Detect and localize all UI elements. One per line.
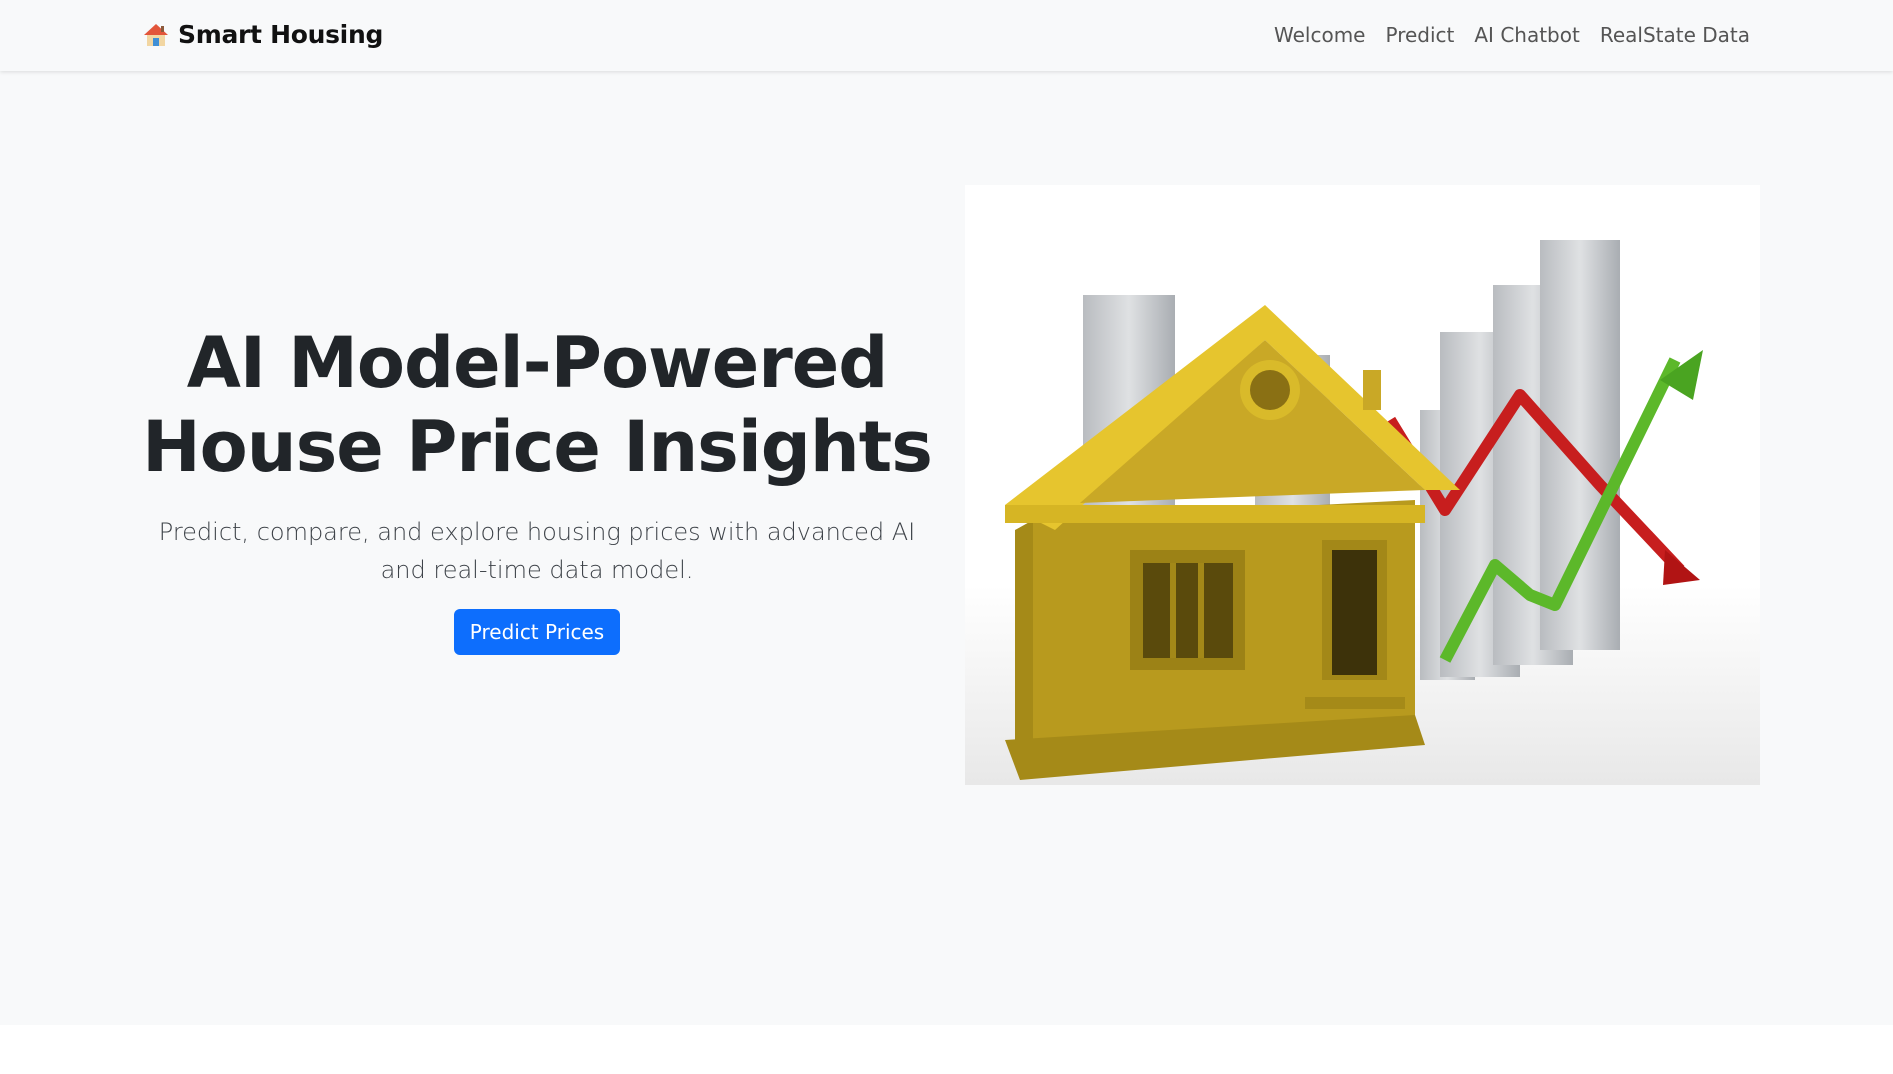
hero-title-line2: House Price Insights xyxy=(142,406,933,488)
nav-link-realstate-data[interactable]: RealState Data xyxy=(1600,23,1750,47)
brand-label: Smart Housing xyxy=(178,20,384,49)
predict-prices-button[interactable]: Predict Prices xyxy=(453,609,621,655)
house-icon xyxy=(142,21,170,49)
house-chart-illustration xyxy=(965,240,1760,785)
hero-image xyxy=(965,185,1760,785)
hero-subtitle: Predict, compare, and explore housing pr… xyxy=(158,518,916,584)
hero-title: AI Model-Powered House Price Insights xyxy=(142,321,933,489)
nav-link-ai-chatbot[interactable]: AI Chatbot xyxy=(1474,23,1579,47)
navbar: Smart Housing Welcome Predict AI Chatbot… xyxy=(0,0,1893,71)
nav-link-predict[interactable]: Predict xyxy=(1385,23,1454,47)
hero-section: AI Model-Powered House Price Insights Pr… xyxy=(0,71,1893,1025)
nav-link-welcome[interactable]: Welcome xyxy=(1274,23,1365,47)
nav-links: Welcome Predict AI Chatbot RealState Dat… xyxy=(1274,23,1750,47)
brand-link[interactable]: Smart Housing xyxy=(142,20,383,49)
hero-title-line1: AI Model-Powered xyxy=(186,322,889,404)
hero-text: AI Model-Powered House Price Insights Pr… xyxy=(142,321,933,655)
